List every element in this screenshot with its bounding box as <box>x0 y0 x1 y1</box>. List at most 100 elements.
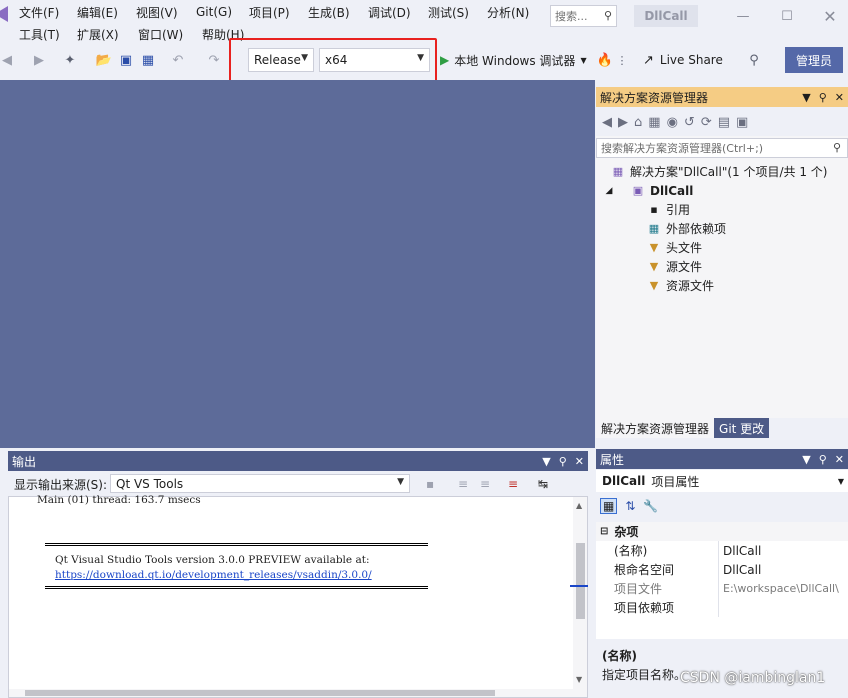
menu-file[interactable]: 文件(F) <box>19 4 59 21</box>
output-vertical-scrollbar[interactable]: ▲ ▼ <box>573 497 587 697</box>
properties-category[interactable]: ⊟ 杂项 <box>596 522 848 541</box>
maximize-icon[interactable]: ☐ <box>777 6 797 26</box>
menu-edit[interactable]: 编辑(E) <box>77 4 118 21</box>
prev-message-icon[interactable]: ≡ <box>458 477 468 491</box>
toolbar-options-icon[interactable]: ⋮ <box>616 49 628 71</box>
save-icon[interactable]: ▣ <box>118 49 134 71</box>
output-source-value: Qt VS Tools <box>116 476 184 491</box>
menu-analyze[interactable]: 分析(N) <box>487 4 529 21</box>
tree-item-resource-files[interactable]: ▼ 资源文件 <box>646 276 714 295</box>
menu-project[interactable]: 项目(P) <box>249 4 290 21</box>
property-row[interactable]: 项目依赖项 <box>596 598 848 617</box>
output-titlebar: 输出 ▼ ⚲ ✕ <box>8 451 588 471</box>
chevron-down-icon[interactable]: ▼ <box>576 675 582 684</box>
menu-build[interactable]: 生成(B) <box>308 4 350 21</box>
live-share-button[interactable]: ↗ Live Share <box>643 49 723 71</box>
property-row[interactable]: 根命名空间 DllCall <box>596 560 848 579</box>
output-toolbar: 显示输出来源(S): Qt VS Tools ▼ ▪ ≡ ≡ ≡ ↹ <box>8 472 588 496</box>
menu-window[interactable]: 窗口(W) <box>138 26 183 43</box>
tree-solution[interactable]: ▦ 解决方案"DllCall"(1 个项目/共 1 个) <box>610 162 828 181</box>
menu-tools[interactable]: 工具(T) <box>19 26 60 43</box>
start-debugging-button[interactable]: ▶ 本地 Windows 调试器 ▼ <box>440 49 587 71</box>
solution-search-input[interactable]: 搜索解决方案资源管理器(Ctrl+;) ⚲ <box>596 138 848 158</box>
categorized-icon[interactable]: ▦ <box>600 498 618 514</box>
property-row[interactable]: (名称) DllCall <box>596 541 848 560</box>
menu-test[interactable]: 测试(S) <box>428 4 469 21</box>
menu-git[interactable]: Git(G) <box>196 5 232 19</box>
admin-button[interactable]: 管理员 <box>785 47 843 73</box>
global-search[interactable]: 搜索... ⚲ <box>550 5 617 27</box>
new-item-icon[interactable]: ✦ <box>62 49 78 71</box>
collapse-all-icon[interactable]: ▤ <box>718 115 730 130</box>
menu-view[interactable]: 视图(V) <box>136 4 178 21</box>
clear-all-icon[interactable]: ≡ <box>508 477 518 491</box>
minimize-icon[interactable]: — <box>733 6 753 26</box>
back-icon[interactable]: ◀ <box>602 115 612 130</box>
tree-item-source-files[interactable]: ▼ 源文件 <box>646 257 702 276</box>
property-pages-icon[interactable]: 🔧 <box>643 499 658 513</box>
tab-git-changes[interactable]: Git 更改 <box>714 418 770 438</box>
show-all-icon[interactable]: ▣ <box>736 115 748 130</box>
save-all-icon[interactable]: ▦ <box>140 49 156 71</box>
chevron-down-icon: ▼ <box>580 55 587 65</box>
output-title: 输出 <box>12 454 37 469</box>
play-icon: ▶ <box>440 53 450 67</box>
hot-reload-icon[interactable]: 🔥 <box>597 49 613 71</box>
forward-icon[interactable]: ▶ <box>32 49 46 71</box>
property-key: 根命名空间 <box>614 563 675 577</box>
globe-icon[interactable]: ◉ <box>667 115 678 130</box>
tree-item-references[interactable]: ▪ 引用 <box>646 200 690 219</box>
tab-solution-explorer[interactable]: 解决方案资源管理器 <box>596 418 715 438</box>
word-wrap-icon[interactable]: ↹ <box>538 477 548 491</box>
close-icon[interactable]: ✕ <box>820 6 840 26</box>
close-icon[interactable]: ✕ <box>835 453 844 466</box>
property-value[interactable]: DllCall <box>718 560 848 579</box>
history-icon[interactable]: ↺ <box>684 115 695 130</box>
search-placeholder: 搜索... <box>555 10 588 23</box>
chevron-down-icon[interactable]: ▼ <box>802 91 810 104</box>
find-in-output-icon[interactable]: ▪ <box>426 477 434 491</box>
redo-icon[interactable]: ↷ <box>206 49 222 71</box>
property-value[interactable]: DllCall <box>718 541 848 560</box>
pin-icon[interactable]: ⚲ <box>819 453 827 466</box>
pin-icon[interactable]: ⚲ <box>559 455 567 468</box>
tree-project[interactable]: ◢ ▣ DllCall <box>604 181 694 200</box>
scrollbar-thumb[interactable] <box>25 690 495 696</box>
tree-item-external-deps[interactable]: ▦ 外部依赖项 <box>646 219 726 238</box>
pin-icon[interactable]: ⚲ <box>819 91 827 104</box>
output-text[interactable]: Main (01) thread: 163.7 msecs Qt Visual … <box>8 494 588 698</box>
properties-titlebar: 属性 ▼ ⚲ ✕ <box>596 449 848 469</box>
output-link[interactable]: https://download.qt.io/development_relea… <box>55 569 372 581</box>
collapse-icon[interactable]: ⊟ <box>600 526 608 537</box>
undo-icon[interactable]: ↶ <box>170 49 186 71</box>
refresh-icon[interactable]: ⟳ <box>701 115 712 130</box>
output-source-select[interactable]: Qt VS Tools ▼ <box>110 474 410 493</box>
chevron-down-icon[interactable]: ▼ <box>542 455 550 468</box>
property-value[interactable] <box>718 598 848 617</box>
alphabetical-icon[interactable]: ⇅ <box>625 499 635 513</box>
tree-item-header-files[interactable]: ▼ 头文件 <box>646 238 702 257</box>
home-icon[interactable]: ⌂ <box>634 115 642 130</box>
chevron-down-icon: ▼ <box>837 476 844 486</box>
next-message-icon[interactable]: ≡ <box>480 477 490 491</box>
menu-extensions[interactable]: 扩展(X) <box>77 26 119 43</box>
forward-icon[interactable]: ▶ <box>618 115 628 130</box>
scrollbar-thumb[interactable] <box>576 543 585 619</box>
property-key: 项目文件 <box>614 582 663 596</box>
properties-object-select[interactable]: DllCall 项目属性 ▼ <box>596 470 848 492</box>
references-icon: ▪ <box>650 203 658 216</box>
back-icon[interactable]: ◀ <box>0 49 14 71</box>
close-icon[interactable]: ✕ <box>835 91 844 104</box>
menu-debug[interactable]: 调试(D) <box>368 4 411 21</box>
property-key: (名称) <box>614 544 648 558</box>
chevron-down-icon[interactable]: ▼ <box>802 453 810 466</box>
expand-arrow-icon[interactable]: ◢ <box>604 183 614 199</box>
property-row[interactable]: 项目文件 E:\workspace\DllCall\ <box>596 579 848 598</box>
switch-views-icon[interactable]: ▦ <box>648 115 660 130</box>
feedback-icon[interactable]: ⚲ <box>746 49 762 71</box>
vs-logo-icon <box>0 6 8 22</box>
close-icon[interactable]: ✕ <box>575 455 584 468</box>
open-folder-icon[interactable]: 📂 <box>96 49 112 71</box>
output-horizontal-scrollbar[interactable] <box>9 689 573 697</box>
chevron-up-icon[interactable]: ▲ <box>576 501 582 510</box>
